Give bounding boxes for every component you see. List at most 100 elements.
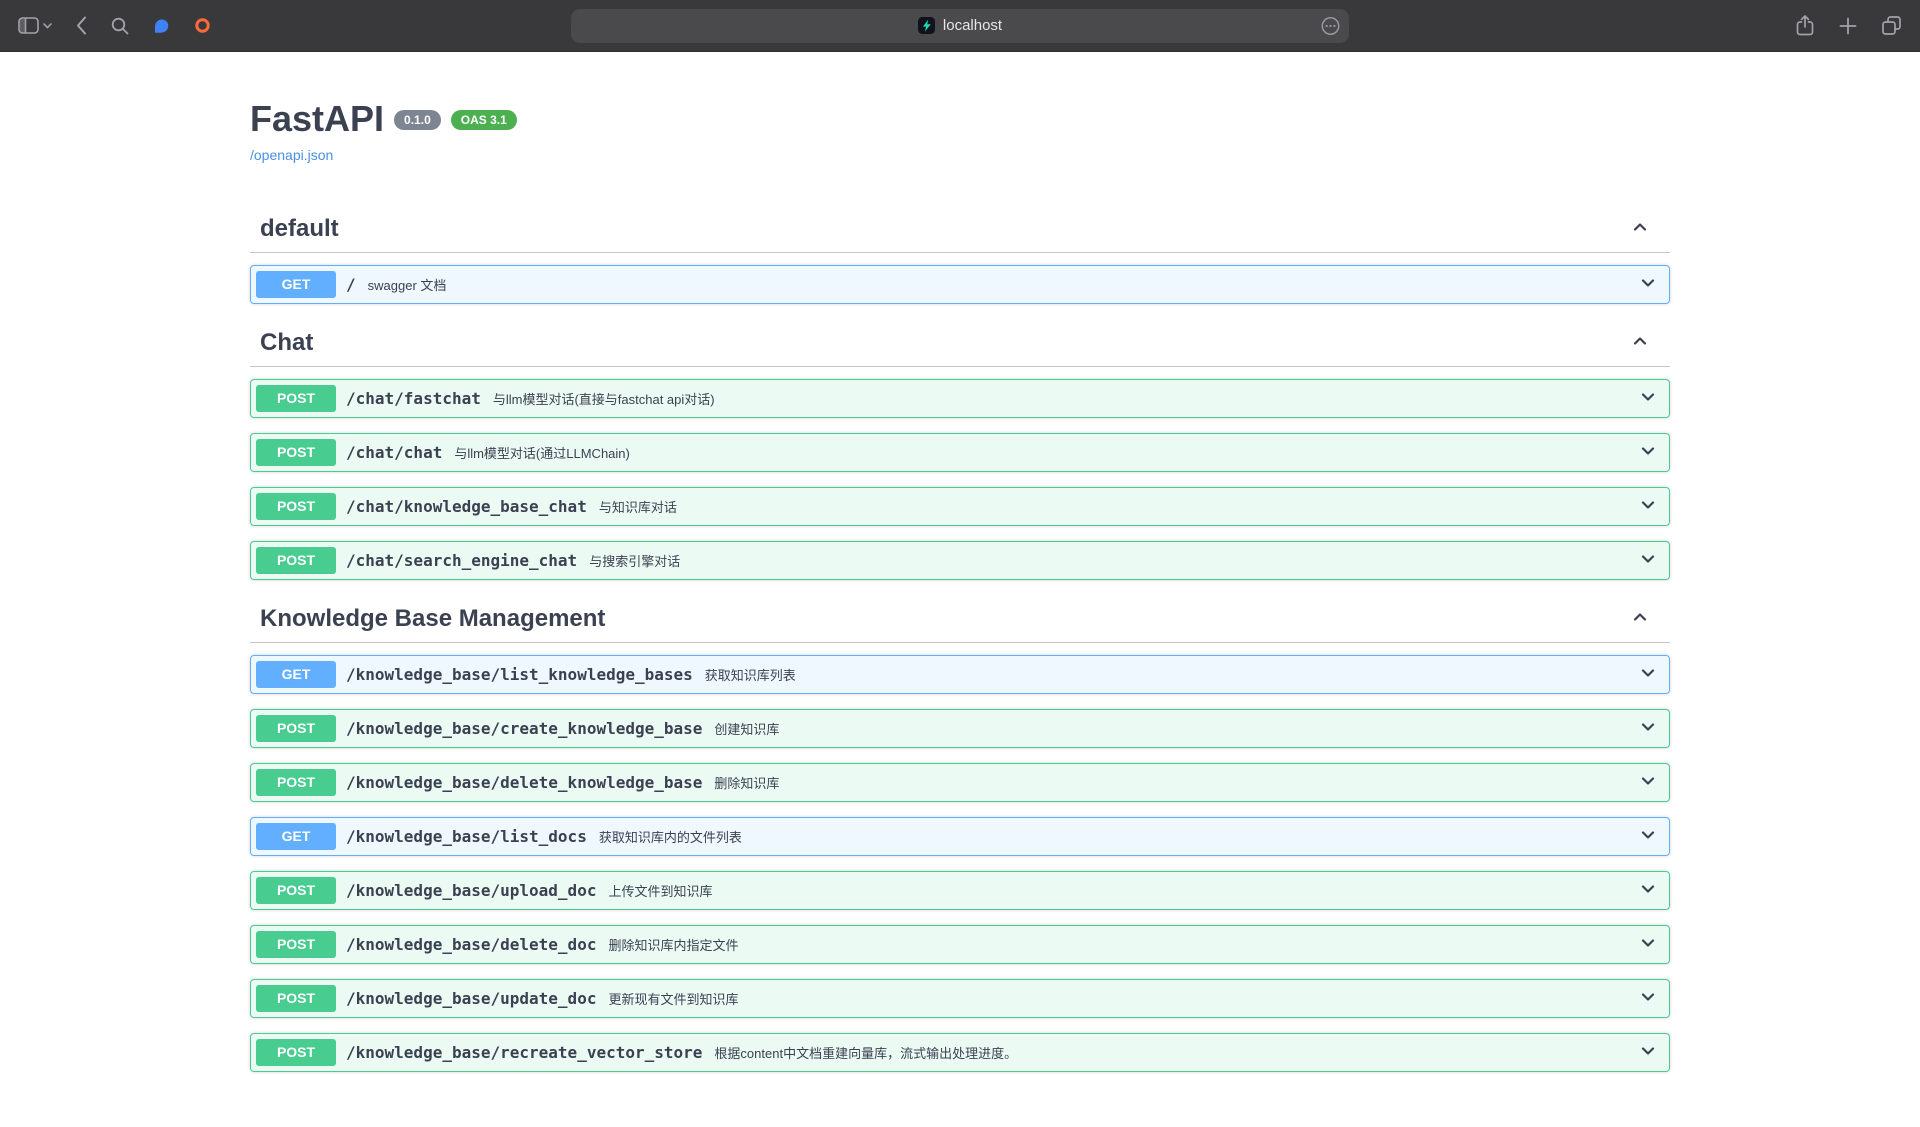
api-section: default GET / swagger 文档 — [250, 205, 1670, 304]
expand-operation-button[interactable] — [1638, 549, 1658, 572]
operation-path: /knowledge_base/list_knowledge_bases — [346, 665, 693, 684]
expand-operation-button[interactable] — [1638, 441, 1658, 464]
address-bar[interactable]: localhost — [571, 9, 1349, 43]
operation-row[interactable]: POST /chat/knowledge_base_chat 与知识库对话 — [250, 487, 1670, 526]
operation-summary[interactable]: POST /chat/search_engine_chat 与搜索引擎对话 — [251, 542, 1669, 579]
operation-description: 创建知识库 — [714, 719, 779, 738]
method-badge: POST — [256, 931, 336, 958]
expand-operation-button[interactable] — [1638, 717, 1658, 740]
plus-icon — [1839, 17, 1857, 35]
operation-description: 上传文件到知识库 — [608, 881, 712, 900]
expand-operation-button[interactable] — [1638, 495, 1658, 518]
operation-description: 更新现有文件到知识库 — [608, 989, 738, 1008]
expand-operation-button[interactable] — [1638, 987, 1658, 1010]
page-settings-button[interactable] — [1321, 16, 1340, 35]
chevron-down-icon — [1638, 887, 1658, 902]
operation-row[interactable]: POST /chat/chat 与llm模型对话(通过LLMChain) — [250, 433, 1670, 472]
operation-summary[interactable]: POST /knowledge_base/recreate_vector_sto… — [251, 1034, 1669, 1071]
operation-row[interactable]: POST /knowledge_base/update_doc 更新现有文件到知… — [250, 979, 1670, 1018]
share-icon — [1795, 14, 1815, 37]
operation-summary[interactable]: POST /knowledge_base/create_knowledge_ba… — [251, 710, 1669, 747]
extension-blue-button[interactable] — [153, 18, 170, 34]
operation-row[interactable]: POST /chat/search_engine_chat 与搜索引擎对话 — [250, 541, 1670, 580]
chevron-left-icon — [76, 16, 87, 35]
toolbar-left — [18, 16, 211, 35]
new-tab-button[interactable] — [1839, 17, 1857, 35]
operation-summary[interactable]: POST /knowledge_base/update_doc 更新现有文件到知… — [251, 980, 1669, 1017]
expand-operation-button[interactable] — [1638, 273, 1658, 296]
operation-row[interactable]: POST /knowledge_base/create_knowledge_ba… — [250, 709, 1670, 748]
operation-summary[interactable]: GET / swagger 文档 — [251, 266, 1669, 303]
operation-description: 与llm模型对话(通过LLMChain) — [454, 443, 630, 462]
openapi-json-link[interactable]: /openapi.json — [250, 147, 333, 163]
operation-row[interactable]: GET /knowledge_base/list_docs 获取知识库内的文件列… — [250, 817, 1670, 856]
section-header[interactable]: default — [250, 205, 1670, 253]
sidebar-icon — [18, 17, 39, 34]
section-header[interactable]: Knowledge Base Management — [250, 595, 1670, 643]
expand-operation-button[interactable] — [1638, 1041, 1658, 1064]
expand-operation-button[interactable] — [1638, 663, 1658, 686]
collapse-section-button[interactable] — [1630, 331, 1650, 354]
operation-path: /chat/fastchat — [346, 389, 481, 408]
back-button[interactable] — [76, 16, 87, 35]
method-badge: POST — [256, 985, 336, 1012]
operation-description: 删除知识库 — [714, 773, 779, 792]
operation-summary[interactable]: POST /knowledge_base/delete_knowledge_ba… — [251, 764, 1669, 801]
section-header[interactable]: Chat — [250, 319, 1670, 367]
operation-summary[interactable]: POST /chat/knowledge_base_chat 与知识库对话 — [251, 488, 1669, 525]
collapse-section-button[interactable] — [1630, 217, 1650, 240]
operation-path: /knowledge_base/upload_doc — [346, 881, 596, 900]
operation-row[interactable]: GET / swagger 文档 — [250, 265, 1670, 304]
operation-description: 根据content中文档重建向量库，流式输出处理进度。 — [714, 1043, 1017, 1062]
chevron-down-icon — [1638, 779, 1658, 794]
section-title: Chat — [260, 328, 313, 357]
chevron-down-icon — [1638, 503, 1658, 518]
swagger-page: FastAPI0.1.0OAS 3.1 /openapi.json defaul… — [0, 52, 1920, 1127]
method-badge: POST — [256, 877, 336, 904]
search-button[interactable] — [111, 17, 129, 35]
collapse-section-button[interactable] — [1630, 607, 1650, 630]
operation-row[interactable]: GET /knowledge_base/list_knowledge_bases… — [250, 655, 1670, 694]
operation-row[interactable]: POST /knowledge_base/delete_knowledge_ba… — [250, 763, 1670, 802]
method-badge: POST — [256, 547, 336, 574]
tab-overview-button[interactable] — [1881, 15, 1902, 36]
extension-orange-button[interactable] — [194, 17, 211, 34]
method-badge: POST — [256, 385, 336, 412]
operation-description: 与llm模型对话(直接与fastchat api对话) — [493, 389, 715, 408]
api-info: FastAPI0.1.0OAS 3.1 /openapi.json — [250, 98, 1670, 165]
expand-operation-button[interactable] — [1638, 771, 1658, 794]
section-operations: GET / swagger 文档 — [250, 265, 1670, 304]
chevron-down-icon — [43, 23, 52, 29]
operation-summary[interactable]: POST /knowledge_base/delete_doc 删除知识库内指定… — [251, 926, 1669, 963]
operation-description: swagger 文档 — [368, 275, 447, 294]
operation-summary[interactable]: POST /chat/chat 与llm模型对话(通过LLMChain) — [251, 434, 1669, 471]
operation-summary[interactable]: GET /knowledge_base/list_docs 获取知识库内的文件列… — [251, 818, 1669, 855]
api-title-text: FastAPI — [250, 98, 384, 139]
operation-path: /chat/chat — [346, 443, 442, 462]
operation-description: 与知识库对话 — [599, 497, 677, 516]
operation-path: /knowledge_base/list_docs — [346, 827, 587, 846]
expand-operation-button[interactable] — [1638, 387, 1658, 410]
section-operations: GET /knowledge_base/list_knowledge_bases… — [250, 655, 1670, 1072]
browser-toolbar: localhost — [0, 0, 1920, 52]
operation-summary[interactable]: POST /chat/fastchat 与llm模型对话(直接与fastchat… — [251, 380, 1669, 417]
operation-summary[interactable]: GET /knowledge_base/list_knowledge_bases… — [251, 656, 1669, 693]
method-badge: POST — [256, 439, 336, 466]
share-button[interactable] — [1795, 14, 1815, 37]
chevron-down-icon — [1638, 557, 1658, 572]
operation-row[interactable]: POST /chat/fastchat 与llm模型对话(直接与fastchat… — [250, 379, 1670, 418]
operation-summary[interactable]: POST /knowledge_base/upload_doc 上传文件到知识库 — [251, 872, 1669, 909]
operation-row[interactable]: POST /knowledge_base/delete_doc 删除知识库内指定… — [250, 925, 1670, 964]
expand-operation-button[interactable] — [1638, 879, 1658, 902]
operation-row[interactable]: POST /knowledge_base/upload_doc 上传文件到知识库 — [250, 871, 1670, 910]
expand-operation-button[interactable] — [1638, 825, 1658, 848]
sidebar-toggle-button[interactable] — [18, 17, 52, 34]
api-section: Chat POST /chat/fastchat 与llm模型对话(直接与fas… — [250, 319, 1670, 580]
expand-operation-button[interactable] — [1638, 933, 1658, 956]
operation-row[interactable]: POST /knowledge_base/recreate_vector_sto… — [250, 1033, 1670, 1072]
page-title: FastAPI0.1.0OAS 3.1 — [250, 98, 1670, 140]
method-badge: GET — [256, 661, 336, 688]
address-text: localhost — [943, 17, 1002, 34]
chevron-down-icon — [1638, 281, 1658, 296]
operation-path: /knowledge_base/delete_doc — [346, 935, 596, 954]
